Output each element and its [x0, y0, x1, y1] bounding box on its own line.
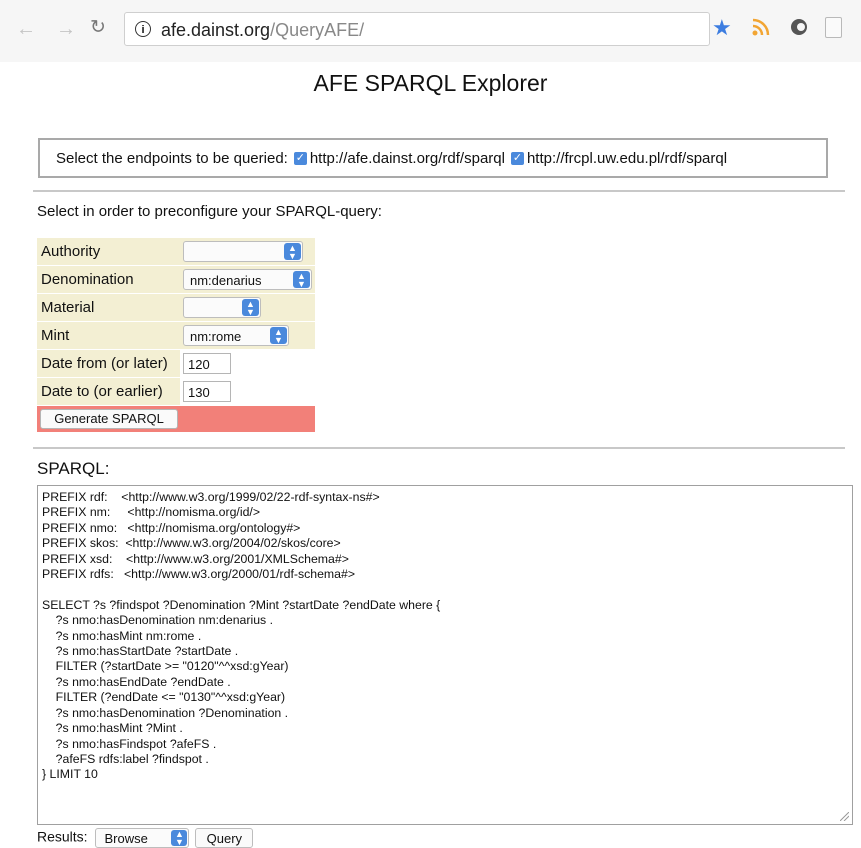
reload-icon[interactable]: ↻: [90, 18, 106, 38]
chevron-updown-icon: ▲ ▼: [242, 299, 259, 317]
material-select[interactable]: ▲ ▼: [183, 297, 261, 318]
results-label: Results:: [37, 828, 88, 845]
denomination-label: Denomination: [37, 266, 180, 293]
resize-handle-icon[interactable]: [840, 812, 849, 821]
url-text: afe.dainst.org/QueryAFE/: [161, 20, 365, 40]
chevron-updown-icon: ▲ ▼: [270, 327, 287, 345]
material-row: Material ▲ ▼: [37, 294, 315, 322]
chevron-updown-icon: ▲ ▼: [171, 830, 188, 847]
endpoint-afe-url: http://afe.dainst.org/rdf/sparql: [309, 149, 505, 167]
denomination-row: Denomination nm:denarius ▲ ▼: [37, 266, 315, 294]
rss-icon[interactable]: [752, 18, 770, 36]
results-bar: Results: Browse ▲ ▼ Query: [37, 828, 254, 848]
browser-toolbar: ← → ↻ i afe.dainst.org/QueryAFE/ ★: [0, 0, 861, 62]
endpoint-frcpl-url: http://frcpl.uw.edu.pl/rdf/sparql: [526, 149, 728, 167]
chevron-updown-icon: ▲ ▼: [284, 243, 301, 261]
date-from-label: Date from (or later): [37, 350, 180, 377]
address-bar[interactable]: i afe.dainst.org/QueryAFE/: [124, 12, 710, 46]
extension-icon[interactable]: [790, 18, 810, 36]
back-icon[interactable]: ←: [16, 19, 36, 39]
info-icon[interactable]: i: [135, 21, 151, 37]
date-to-input[interactable]: 130: [183, 381, 231, 402]
authority-row: Authority ▲ ▼: [37, 238, 315, 266]
chevron-updown-icon: ▲ ▼: [293, 271, 310, 289]
date-from-row: Date from (or later) 120: [37, 350, 315, 378]
endpoints-label: Select the endpoints to be queried:: [56, 149, 288, 167]
preconfig-form: Authority ▲ ▼ Denomination nm:denarius ▲ ▼…: [37, 238, 315, 432]
endpoint-afe-checkbox[interactable]: ✓: [293, 151, 307, 165]
sparql-query-text[interactable]: PREFIX rdf: <http://www.w3.org/1999/02/2…: [42, 490, 440, 783]
mint-row: Mint nm:rome ▲ ▼: [37, 322, 315, 350]
preconfig-instruction: Select in order to preconfigure your SPA…: [37, 203, 382, 220]
mint-label: Mint: [37, 322, 180, 349]
mint-select[interactable]: nm:rome ▲ ▼: [183, 325, 289, 346]
sparql-heading: SPARQL:: [37, 459, 110, 478]
date-to-label: Date to (or earlier): [37, 378, 180, 405]
endpoint-frcpl-checkbox[interactable]: ✓: [510, 151, 524, 165]
date-to-row: Date to (or earlier) 130: [37, 378, 315, 406]
results-format-select[interactable]: Browse ▲ ▼: [95, 828, 190, 848]
reader-view-icon[interactable]: [825, 17, 842, 38]
bookmark-star-icon[interactable]: ★: [712, 15, 732, 41]
page-title: AFE SPARQL Explorer: [313, 70, 548, 96]
authority-select[interactable]: ▲ ▼: [183, 241, 303, 262]
authority-label: Authority: [37, 238, 180, 265]
denomination-select[interactable]: nm:denarius ▲ ▼: [183, 269, 312, 290]
divider: [33, 190, 845, 192]
endpoints-box: Select the endpoints to be queried: ✓ ht…: [38, 138, 828, 178]
divider: [33, 447, 845, 449]
generate-sparql-button[interactable]: Generate SPARQL: [40, 409, 178, 429]
material-label: Material: [37, 294, 180, 321]
query-button[interactable]: Query: [195, 828, 254, 848]
forward-icon[interactable]: →: [56, 19, 76, 39]
sparql-textarea[interactable]: PREFIX rdf: <http://www.w3.org/1999/02/2…: [37, 485, 853, 825]
generate-row: Generate SPARQL: [37, 406, 315, 432]
date-from-input[interactable]: 120: [183, 353, 231, 374]
